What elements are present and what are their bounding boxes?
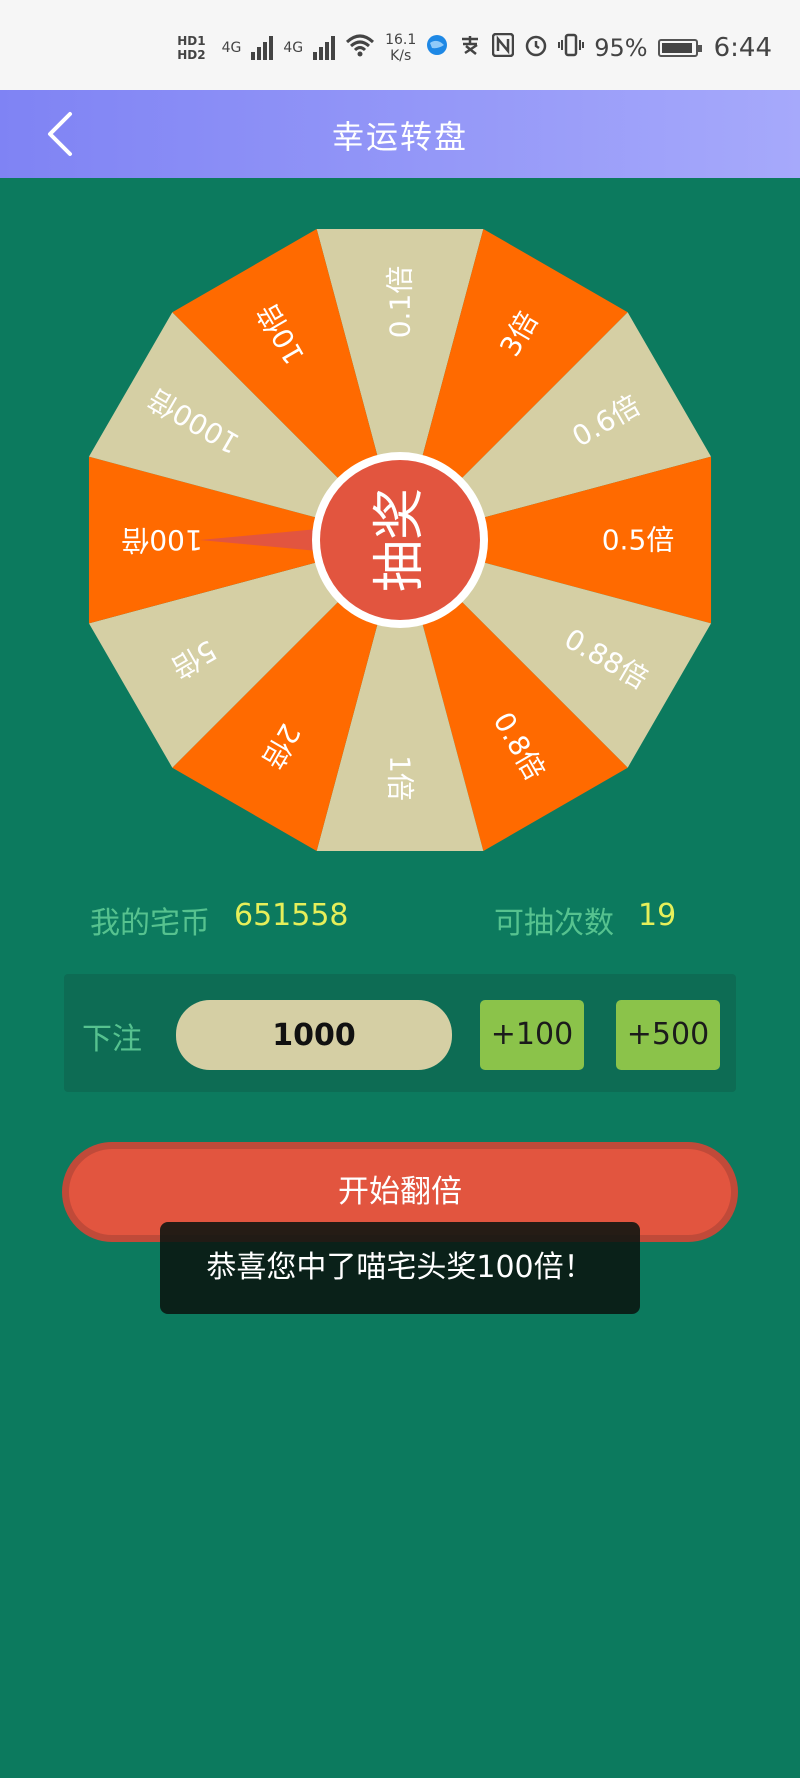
bet-label: 下注: [82, 1022, 142, 1057]
coins-value: 651558: [234, 898, 349, 933]
alipay-icon: [458, 33, 482, 63]
page-title: 幸运转盘: [331, 118, 468, 156]
nfc-icon: [492, 32, 515, 63]
bet-panel: 下注 +100 +500: [64, 974, 736, 1092]
signal-icon: [251, 36, 274, 60]
wheel-graphic: 0.1倍 3倍0.6倍0.5倍0.88倍0.8倍1倍2倍5倍100倍1000倍10…: [88, 228, 712, 852]
wheel-segment-label: 100倍: [121, 524, 202, 557]
alarm-icon: [524, 33, 548, 63]
hd1-label: HD1: [177, 34, 206, 48]
wheel-segment-label: 0.5倍: [602, 524, 675, 557]
vibrate-icon: [558, 33, 585, 63]
battery-percent: 95%: [594, 34, 648, 62]
draws-value: 19: [638, 898, 677, 933]
speed-value: 16.1: [385, 32, 417, 48]
hd2-label: HD2: [177, 48, 206, 62]
wheel-segment-label: 1倍: [384, 755, 417, 801]
speed-unit: K/s: [390, 48, 412, 64]
draw-button-label: 抽奖: [370, 488, 430, 592]
battery-icon: [657, 39, 702, 57]
coins-label: 我的宅币: [90, 906, 210, 941]
status-time: 6:44: [713, 33, 772, 63]
wifi-icon: [345, 33, 375, 63]
draws-label: 可抽次数: [494, 906, 614, 941]
add-500-button[interactable]: +500: [616, 1000, 720, 1070]
network-speed: 16.1 K/s: [385, 32, 416, 64]
network-type-2: 4G: [283, 40, 304, 56]
stats-row: 我的宅币 651558 可抽次数 19: [0, 898, 800, 942]
status-bar: HD1 HD2 4G 4G 16.1 K/s 95% 6:44: [0, 0, 800, 90]
hd-indicator: HD1 HD2: [177, 34, 205, 62]
header-bar: 幸运转盘: [0, 90, 800, 178]
globe-icon: [426, 34, 448, 62]
bet-amount-input[interactable]: [176, 1000, 452, 1070]
status-icons: HD1 HD2 4G 4G 16.1 K/s 95% 6:44: [177, 32, 772, 64]
wheel-segment-label: 0.1倍: [384, 266, 417, 339]
toast-message: 恭喜您中了喵宅头奖100倍！: [160, 1222, 640, 1314]
prize-wheel: 0.1倍 3倍 0.6倍 0.5倍 0.88倍 0.8倍 1倍 2倍 5倍 100倍 1000倍 10…: [78, 218, 722, 862]
network-type-1: 4G: [221, 40, 242, 56]
signal-icon-2: [313, 36, 336, 60]
add-100-button[interactable]: +100: [480, 1000, 584, 1070]
